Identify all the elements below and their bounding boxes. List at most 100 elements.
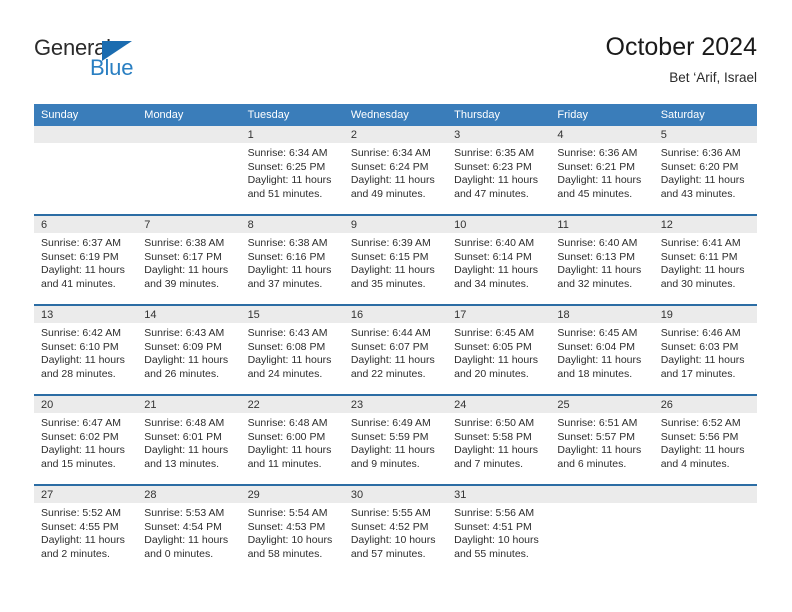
calendar-day-cell[interactable]: 17 Sunrise: 6:45 AM Sunset: 6:05 PM Dayligh… (447, 304, 551, 395)
daylight-text-line2: and 18 minutes. (557, 367, 633, 380)
daylight-text-line2: and 24 minutes. (247, 367, 323, 380)
day-cell-inner: 6 Sunrise: 6:37 AM Sunset: 6:19 PM Daylight… (34, 216, 138, 304)
calendar-day-cell[interactable]: 20 Sunrise: 6:47 AM Sunset: 6:02 PM Dayligh… (34, 394, 138, 485)
calendar-day-cell[interactable] (137, 126, 241, 215)
sunset-text: Sunset: 6:15 PM (350, 250, 429, 263)
day-number: 22 (240, 396, 344, 413)
day-number: 25 (550, 396, 654, 413)
daylight-text-line2: and 32 minutes. (557, 277, 633, 290)
day-number (550, 486, 654, 503)
calendar-day-cell[interactable]: 3 Sunrise: 6:35 AM Sunset: 6:23 PM Daylight… (447, 126, 551, 215)
calendar-day-cell[interactable]: 1 Sunrise: 6:34 AM Sunset: 6:25 PM Daylight… (240, 126, 344, 215)
sunrise-text: Sunrise: 6:43 AM (144, 327, 225, 339)
daylight-text-line1: Daylight: 11 hours (41, 534, 125, 547)
sunset-text: Sunset: 6:14 PM (454, 250, 532, 263)
day-cell-inner: 17 Sunrise: 6:45 AM Sunset: 6:05 PM Dayligh… (447, 306, 551, 394)
weekday-header-sunday: Sunday (34, 104, 138, 126)
logo-text-blue: Blue (90, 55, 134, 80)
sunrise-sunset-calendar: Sunday Monday Tuesday Wednesday Thursday… (34, 104, 757, 574)
day-cell-inner: 3 Sunrise: 6:35 AM Sunset: 6:23 PM Daylight… (447, 126, 551, 214)
calendar-day-cell[interactable]: 6 Sunrise: 6:37 AM Sunset: 6:19 PM Daylight… (34, 214, 138, 305)
calendar-day-cell[interactable] (653, 484, 757, 574)
calendar-day-cell[interactable]: 11 Sunrise: 6:40 AM Sunset: 6:13 PM Dayligh… (550, 214, 654, 305)
calendar-day-cell[interactable]: 16 Sunrise: 6:44 AM Sunset: 6:07 PM Dayligh… (343, 304, 448, 395)
day-cell-inner: 29 Sunrise: 5:54 AM Sunset: 4:53 PM Dayligh… (240, 486, 344, 574)
sunset-text: Sunset: 6:07 PM (350, 340, 429, 353)
calendar-day-cell[interactable]: 29 Sunrise: 5:54 AM Sunset: 4:53 PM Dayligh… (240, 484, 344, 574)
day-details: Sunrise: 6:49 AM Sunset: 5:59 PM Daylight:… (344, 413, 447, 471)
day-number: 19 (653, 306, 757, 323)
calendar-day-cell[interactable]: 9 Sunrise: 6:39 AM Sunset: 6:15 PM Daylight… (343, 214, 448, 305)
day-number: 4 (550, 126, 654, 143)
sunrise-text: Sunrise: 6:49 AM (350, 417, 431, 429)
sunrise-text: Sunrise: 6:42 AM (41, 327, 121, 339)
calendar-day-cell[interactable]: 31 Sunrise: 5:56 AM Sunset: 4:51 PM Dayligh… (447, 484, 551, 574)
day-number: 26 (653, 396, 757, 413)
day-number: 3 (447, 126, 551, 143)
day-details: Sunrise: 5:53 AM Sunset: 4:54 PM Daylight:… (137, 503, 240, 561)
sunset-text: Sunset: 6:13 PM (557, 250, 636, 263)
daylight-text-line2: and 11 minutes. (247, 457, 322, 470)
day-cell-inner: 5 Sunrise: 6:36 AM Sunset: 6:20 PM Daylight… (653, 126, 757, 214)
sunrise-text: Sunrise: 6:46 AM (660, 327, 741, 339)
calendar-day-cell[interactable]: 19 Sunrise: 6:46 AM Sunset: 6:03 PM Dayligh… (653, 304, 757, 395)
sunset-text: Sunset: 6:23 PM (454, 160, 532, 173)
calendar-day-cell[interactable]: 10 Sunrise: 6:40 AM Sunset: 6:14 PM Dayligh… (447, 214, 551, 305)
daylight-text-line2: and 9 minutes. (350, 457, 420, 470)
calendar-day-cell[interactable]: 15 Sunrise: 6:43 AM Sunset: 6:08 PM Dayligh… (240, 304, 344, 395)
calendar-day-cell[interactable]: 2 Sunrise: 6:34 AM Sunset: 6:24 PM Daylight… (343, 126, 448, 215)
calendar-day-cell[interactable]: 8 Sunrise: 6:38 AM Sunset: 6:16 PM Daylight… (240, 214, 344, 305)
daylight-text-line1: Daylight: 11 hours (144, 264, 229, 277)
calendar-day-cell[interactable]: 14 Sunrise: 6:43 AM Sunset: 6:09 PM Dayligh… (137, 304, 241, 395)
sunrise-text: Sunrise: 5:55 AM (350, 507, 431, 519)
calendar-day-cell[interactable] (550, 484, 654, 574)
calendar-day-cell[interactable]: 27 Sunrise: 5:52 AM Sunset: 4:55 PM Dayligh… (34, 484, 138, 574)
calendar-day-cell[interactable]: 18 Sunrise: 6:45 AM Sunset: 6:04 PM Dayligh… (550, 304, 654, 395)
day-number: 18 (550, 306, 654, 323)
daylight-text-line1: Daylight: 11 hours (247, 444, 332, 457)
day-details: Sunrise: 5:54 AM Sunset: 4:53 PM Daylight:… (241, 503, 344, 561)
calendar-day-cell[interactable]: 12 Sunrise: 6:41 AM Sunset: 6:11 PM Dayligh… (653, 214, 757, 305)
calendar-day-cell[interactable]: 26 Sunrise: 6:52 AM Sunset: 5:56 PM Dayligh… (653, 394, 757, 485)
calendar-day-cell[interactable]: 22 Sunrise: 6:48 AM Sunset: 6:00 PM Dayligh… (240, 394, 344, 485)
calendar-day-cell[interactable]: 25 Sunrise: 6:51 AM Sunset: 5:57 PM Dayligh… (550, 394, 654, 485)
calendar-day-cell[interactable]: 5 Sunrise: 6:36 AM Sunset: 6:20 PM Daylight… (653, 126, 757, 215)
calendar-day-cell[interactable]: 23 Sunrise: 6:49 AM Sunset: 5:59 PM Dayligh… (343, 394, 448, 485)
sunset-text: Sunset: 5:57 PM (557, 430, 636, 443)
daylight-text-line1: Daylight: 11 hours (557, 264, 642, 277)
daylight-text-line1: Daylight: 11 hours (350, 354, 435, 367)
sunrise-text: Sunrise: 6:37 AM (41, 237, 121, 249)
sunset-text: Sunset: 6:11 PM (660, 250, 738, 263)
calendar-day-cell[interactable]: 24 Sunrise: 6:50 AM Sunset: 5:58 PM Dayligh… (447, 394, 551, 485)
calendar-day-cell[interactable]: 21 Sunrise: 6:48 AM Sunset: 6:01 PM Dayligh… (137, 394, 241, 485)
daylight-text-line1: Daylight: 11 hours (660, 264, 745, 277)
weekday-header-thursday: Thursday (447, 104, 551, 126)
sunset-text: Sunset: 6:00 PM (247, 430, 326, 443)
daylight-text-line1: Daylight: 11 hours (350, 444, 435, 457)
calendar-day-cell[interactable]: 30 Sunrise: 5:55 AM Sunset: 4:52 PM Dayligh… (343, 484, 448, 574)
day-cell-inner (137, 126, 241, 214)
calendar-day-cell[interactable]: 7 Sunrise: 6:38 AM Sunset: 6:17 PM Daylight… (137, 214, 241, 305)
calendar-page: General Blue October 2024 Bet ‘Arif, Isr… (0, 0, 792, 612)
sunrise-text: Sunrise: 6:50 AM (454, 417, 535, 429)
day-number (34, 126, 138, 143)
general-blue-logo[interactable]: General Blue (34, 36, 224, 86)
day-number: 7 (137, 216, 241, 233)
daylight-text-line1: Daylight: 11 hours (660, 444, 745, 457)
daylight-text-line1: Daylight: 11 hours (247, 174, 332, 187)
daylight-text-line1: Daylight: 10 hours (454, 534, 539, 547)
sunrise-text: Sunrise: 6:51 AM (557, 417, 638, 429)
daylight-text-line2: and 51 minutes. (247, 187, 323, 200)
sunset-text: Sunset: 6:05 PM (454, 340, 532, 353)
day-cell-inner: 28 Sunrise: 5:53 AM Sunset: 4:54 PM Dayligh… (137, 486, 241, 574)
sunset-text: Sunset: 4:54 PM (144, 520, 222, 533)
calendar-day-cell[interactable]: 4 Sunrise: 6:36 AM Sunset: 6:21 PM Daylight… (550, 126, 654, 215)
calendar-day-cell[interactable]: 28 Sunrise: 5:53 AM Sunset: 4:54 PM Dayligh… (137, 484, 241, 574)
day-cell-inner: 12 Sunrise: 6:41 AM Sunset: 6:11 PM Dayligh… (653, 216, 757, 304)
calendar-day-cell[interactable]: 13 Sunrise: 6:42 AM Sunset: 6:10 PM Dayligh… (34, 304, 138, 395)
sunset-text: Sunset: 6:09 PM (144, 340, 222, 353)
weekday-header-wednesday: Wednesday (343, 104, 448, 126)
daylight-text-line1: Daylight: 11 hours (454, 174, 538, 187)
calendar-day-cell[interactable] (34, 126, 138, 215)
sunrise-text: Sunrise: 6:45 AM (557, 327, 638, 339)
